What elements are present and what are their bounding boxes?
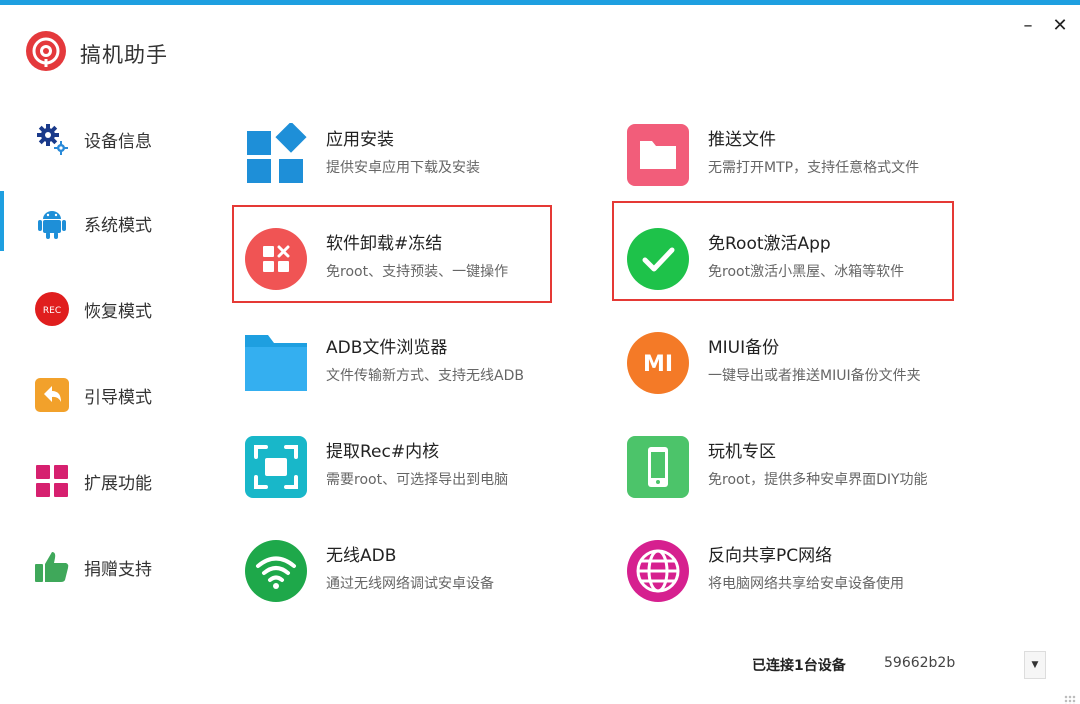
sidebar-item-label: 恢复模式	[84, 301, 152, 322]
feature-wireless-adb[interactable]: 无线ADB 通过无线网络调试安卓设备	[244, 533, 584, 613]
windows-tiles-icon	[244, 123, 308, 187]
sidebar-item-label: 捐赠支持	[84, 559, 152, 580]
main-window: 搞机助手 – ✕ 设备信息 系统模式 REC 恢复模式 引导模式 扩展功能 捐赠…	[0, 0, 1080, 704]
sidebar-item-label: 扩展功能	[84, 473, 152, 494]
sidebar-item-recovery-mode[interactable]: REC 恢复模式	[32, 287, 212, 331]
feature-title: 玩机专区	[708, 442, 776, 462]
sidebar-active-indicator	[0, 191, 4, 251]
feature-miui-backup[interactable]: MI MIUI备份 一键导出或者推送MIUI备份文件夹	[626, 325, 966, 405]
sidebar-item-label: 引导模式	[84, 387, 152, 408]
feature-desc: 免root激活小黑屋、冰箱等软件	[708, 264, 905, 280]
android-icon	[32, 203, 72, 243]
feature-title: 应用安装	[326, 130, 394, 150]
resize-grip[interactable]	[1064, 695, 1076, 704]
feature-title: ADB文件浏览器	[326, 338, 448, 358]
rec-icon: REC	[32, 289, 72, 329]
chevron-down-icon: ▼	[1031, 660, 1039, 670]
thumbs-up-icon	[32, 547, 72, 587]
feature-desc: 提供安卓应用下载及安装	[326, 160, 480, 176]
gear-icon	[32, 119, 72, 159]
feature-play-zone[interactable]: 玩机专区 免root，提供多种安卓界面DIY功能	[626, 429, 966, 509]
sidebar-item-extensions[interactable]: 扩展功能	[32, 459, 212, 503]
feature-title: 免Root激活App	[708, 234, 831, 254]
feature-desc: 无需打开MTP，支持任意格式文件	[708, 160, 920, 176]
sidebar-item-label: 设备信息	[84, 131, 152, 152]
folder-blue-icon	[244, 331, 308, 395]
feature-reverse-share-network[interactable]: 反向共享PC网络 将电脑网络共享给安卓设备使用	[626, 533, 966, 613]
feature-desc: 免root，提供多种安卓界面DIY功能	[708, 472, 928, 488]
device-serial: 59662b2b	[884, 655, 956, 671]
connection-status: 已连接1台设备	[752, 658, 846, 674]
uninstall-icon	[244, 227, 308, 291]
feature-title: 提取Rec#内核	[326, 442, 440, 462]
feature-title: 无线ADB	[326, 546, 397, 566]
globe-icon	[626, 539, 690, 603]
feature-extract-rec-kernel[interactable]: 提取Rec#内核 需要root、可选择导出到电脑	[244, 429, 584, 509]
feature-desc: 文件传输新方式、支持无线ADB	[326, 368, 524, 384]
feature-title: 反向共享PC网络	[708, 546, 833, 566]
back-arrow-icon	[32, 375, 72, 415]
feature-adb-file-browser[interactable]: ADB文件浏览器 文件传输新方式、支持无线ADB	[244, 325, 584, 405]
device-select-dropdown[interactable]: ▼	[1024, 651, 1046, 679]
phone-icon	[626, 435, 690, 499]
check-icon	[626, 227, 690, 291]
sidebar-item-label: 系统模式	[84, 215, 152, 236]
feature-app-install[interactable]: 应用安装 提供安卓应用下载及安装	[244, 117, 584, 197]
scan-frame-icon	[244, 435, 308, 499]
grid-icon	[32, 461, 72, 501]
sidebar-item-system-mode[interactable]: 系统模式	[32, 201, 212, 245]
feature-push-file[interactable]: 推送文件 无需打开MTP，支持任意格式文件	[626, 117, 966, 197]
wifi-icon	[244, 539, 308, 603]
feature-root-free-activate[interactable]: 免Root激活App 免root激活小黑屋、冰箱等软件	[626, 221, 966, 301]
folder-icon	[626, 123, 690, 187]
feature-desc: 一键导出或者推送MIUI备份文件夹	[708, 368, 921, 384]
feature-uninstall-freeze[interactable]: 软件卸载#冻结 免root、支持预装、一键操作	[244, 221, 584, 301]
feature-desc: 免root、支持预装、一键操作	[326, 264, 509, 280]
feature-title: 推送文件	[708, 130, 776, 150]
svg-text:REC: REC	[43, 306, 61, 316]
mi-logo-text: MI	[643, 352, 673, 377]
sidebar-item-boot-mode[interactable]: 引导模式	[32, 373, 212, 417]
feature-desc: 通过无线网络调试安卓设备	[326, 576, 494, 592]
close-button[interactable]: ✕	[1048, 13, 1072, 37]
sidebar-item-device-info[interactable]: 设备信息	[32, 117, 212, 161]
sidebar-item-donate[interactable]: 捐赠支持	[32, 545, 212, 589]
feature-desc: 需要root、可选择导出到电脑	[326, 472, 509, 488]
app-title: 搞机助手	[80, 43, 168, 67]
feature-desc: 将电脑网络共享给安卓设备使用	[708, 576, 904, 592]
feature-title: 软件卸载#冻结	[326, 234, 443, 254]
feature-title: MIUI备份	[708, 338, 780, 358]
mi-logo-icon: MI	[626, 331, 690, 395]
minimize-button[interactable]: –	[1016, 13, 1040, 37]
app-logo-icon	[26, 31, 66, 71]
